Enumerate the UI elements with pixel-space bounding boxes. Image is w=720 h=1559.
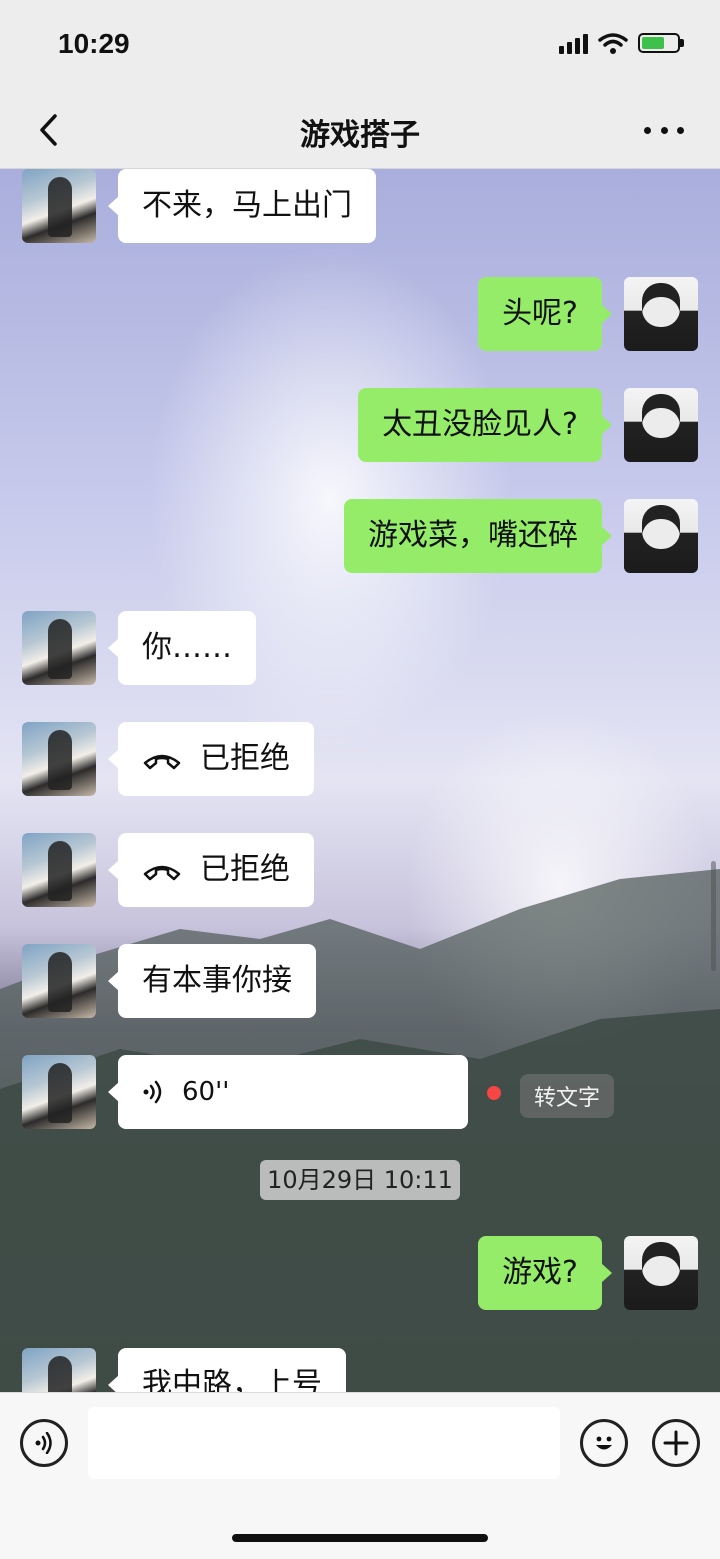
voice-input-button[interactable] bbox=[20, 1419, 68, 1467]
contact-avatar[interactable] bbox=[22, 833, 96, 907]
message-bubble[interactable]: 游戏? bbox=[478, 1236, 612, 1310]
my-avatar[interactable] bbox=[624, 1236, 698, 1310]
message-row: 已拒绝 bbox=[22, 833, 314, 907]
timestamp: 10月29日 10:11 bbox=[260, 1160, 460, 1200]
voice-wave-icon bbox=[35, 1432, 52, 1454]
contact-avatar[interactable] bbox=[22, 722, 96, 796]
message-row: 已拒绝 bbox=[22, 722, 314, 796]
call-record-bubble[interactable]: 已拒绝 bbox=[108, 833, 314, 907]
message-row: 60'' bbox=[22, 1055, 468, 1129]
status-time: 10:29 bbox=[58, 28, 130, 59]
message-bubble[interactable]: 你…… bbox=[108, 611, 256, 685]
status-icons bbox=[559, 32, 684, 54]
call-record-bubble[interactable]: 已拒绝 bbox=[108, 722, 314, 796]
contact-avatar[interactable] bbox=[22, 1348, 96, 1392]
message-bubble[interactable]: 太丑没脸见人? bbox=[358, 388, 612, 462]
message-bubble[interactable]: 我中路，上号 bbox=[108, 1348, 346, 1392]
message-row: 游戏? bbox=[478, 1236, 698, 1310]
voice-wave-icon bbox=[142, 1080, 164, 1104]
emoji-button[interactable] bbox=[580, 1419, 628, 1467]
plus-icon bbox=[663, 1430, 689, 1456]
battery-icon bbox=[638, 33, 680, 53]
message-row: 游戏菜，嘴还碎 bbox=[344, 499, 698, 573]
phone-declined-icon bbox=[143, 754, 181, 769]
voice-message-bubble[interactable]: 60'' bbox=[108, 1055, 468, 1129]
message-bubble[interactable]: 不来，马上出门 bbox=[108, 169, 376, 243]
more-functions-button[interactable] bbox=[652, 1419, 700, 1467]
message-input[interactable] bbox=[88, 1407, 560, 1479]
call-status-label: 已拒绝 bbox=[200, 741, 290, 776]
nav-bar: 游戏搭子 bbox=[0, 92, 720, 169]
message-bubble[interactable]: 游戏菜，嘴还碎 bbox=[344, 499, 612, 573]
wifi-icon bbox=[598, 33, 628, 54]
call-status-label: 已拒绝 bbox=[200, 852, 290, 887]
message-row: 不来，马上出门 bbox=[22, 169, 376, 243]
phone-declined-icon bbox=[143, 865, 181, 880]
contact-avatar[interactable] bbox=[22, 611, 96, 685]
unread-dot bbox=[487, 1086, 501, 1100]
chat-area[interactable]: 不来，马上出门 头呢? 太丑没脸见人? 游戏菜，嘴还碎 你…… 已拒绝 已拒绝 … bbox=[0, 169, 720, 1392]
more-dots-icon bbox=[644, 126, 651, 134]
cellular-signal-icon bbox=[559, 32, 588, 54]
message-row: 头呢? bbox=[478, 277, 698, 351]
scrollbar[interactable] bbox=[711, 861, 716, 971]
more-button[interactable] bbox=[644, 114, 684, 146]
my-avatar[interactable] bbox=[624, 388, 698, 462]
contact-avatar[interactable] bbox=[22, 169, 96, 243]
emoji-icon bbox=[596, 1436, 612, 1450]
message-bubble[interactable]: 有本事你接 bbox=[108, 944, 316, 1018]
message-bubble[interactable]: 头呢? bbox=[478, 277, 612, 351]
contact-avatar[interactable] bbox=[22, 944, 96, 1018]
my-avatar[interactable] bbox=[624, 277, 698, 351]
home-indicator[interactable] bbox=[232, 1534, 488, 1542]
message-row: 我中路，上号 bbox=[22, 1348, 346, 1392]
message-row: 有本事你接 bbox=[22, 944, 316, 1018]
status-bar: 10:29 bbox=[0, 0, 720, 92]
contact-avatar[interactable] bbox=[22, 1055, 96, 1129]
convert-to-text-button[interactable]: 转文字 bbox=[520, 1074, 615, 1118]
message-row: 你…… bbox=[22, 611, 256, 685]
chat-title: 游戏搭子 bbox=[300, 118, 420, 153]
my-avatar[interactable] bbox=[624, 499, 698, 573]
voice-duration: 60'' bbox=[182, 1077, 230, 1107]
message-row: 太丑没脸见人? bbox=[358, 388, 698, 462]
